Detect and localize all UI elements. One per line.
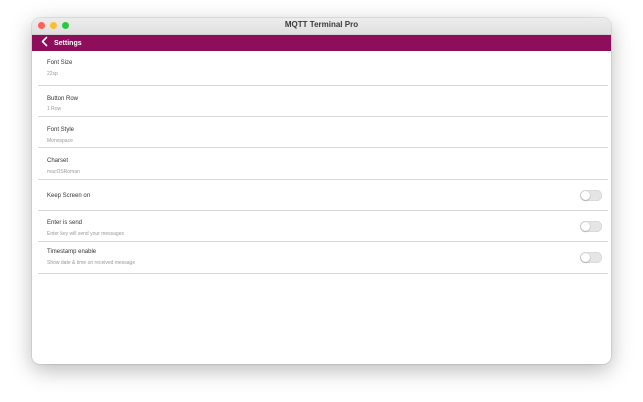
setting-value: 1 Row (47, 106, 62, 112)
keep-screen-on-toggle[interactable] (580, 190, 602, 201)
app-bar: Settings (32, 35, 611, 51)
app-window: MQTT Terminal Pro Settings Font Size 22s… (32, 18, 611, 364)
setting-font-size[interactable]: Font Size 22sp (38, 51, 608, 86)
setting-enter-is-send: Enter is send Enter key will send your m… (38, 211, 608, 242)
title-bar: MQTT Terminal Pro (32, 18, 611, 35)
setting-label: Keep Screen on (47, 193, 91, 199)
timestamp-enable-toggle[interactable] (580, 252, 602, 263)
setting-label: Button Row (47, 96, 79, 102)
setting-description: Show date & time on received message (47, 260, 136, 266)
enter-is-send-toggle[interactable] (580, 221, 602, 232)
settings-list: Font Size 22sp Button Row 1 Row Font Sty… (32, 51, 611, 274)
setting-label: Timestamp enable (47, 249, 97, 255)
setting-timestamp-enable: Timestamp enable Show date & time on rec… (38, 242, 608, 274)
setting-keep-screen-on: Keep Screen on (38, 180, 608, 211)
back-button[interactable] (36, 35, 52, 51)
setting-label: Charset (47, 158, 69, 164)
setting-value: macOSRoman (47, 169, 80, 175)
setting-label: Font Style (47, 127, 75, 133)
setting-button-row[interactable]: Button Row 1 Row (38, 86, 608, 117)
chevron-left-icon (40, 34, 49, 52)
toggle-knob (581, 191, 590, 200)
toggle-knob (581, 222, 590, 231)
toggle-knob (581, 253, 590, 262)
setting-label: Font Size (47, 60, 73, 66)
setting-value: 22sp (47, 71, 58, 77)
setting-label: Enter is send (47, 220, 83, 226)
setting-font-style[interactable]: Font Style Monospace (38, 117, 608, 148)
page-title: Settings (54, 39, 82, 47)
setting-description: Enter key will send your messages (47, 231, 124, 237)
setting-value: Monospace (47, 138, 73, 144)
window-title: MQTT Terminal Pro (284, 20, 359, 29)
setting-charset[interactable]: Charset macOSRoman (38, 148, 608, 180)
